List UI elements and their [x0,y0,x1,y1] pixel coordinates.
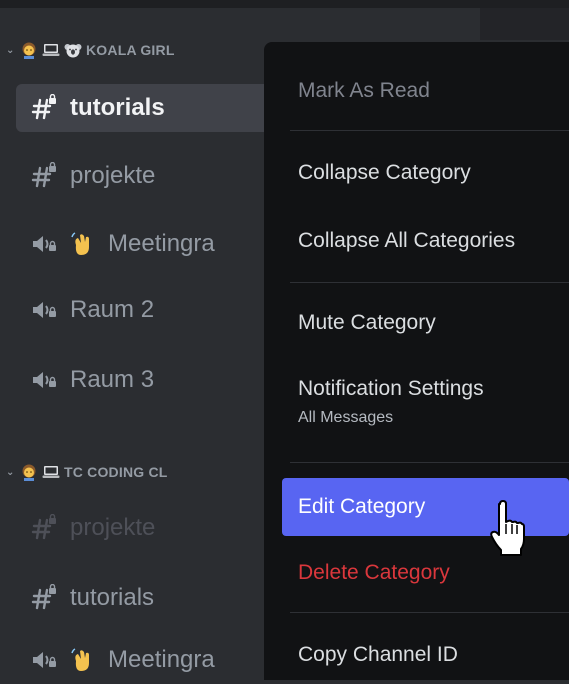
person-emoji [22,464,36,481]
channel-item-tutorials[interactable]: tutorials [16,84,274,132]
category-header-koala-girl[interactable]: ⌄ KOALA GIRL [6,38,175,62]
channel-label: Meetingra [108,646,215,673]
laptop-emoji [42,466,60,478]
laptop-emoji [42,44,60,56]
text-channel-locked-icon [31,94,56,120]
waving-hand-emoji [71,648,89,671]
channel-label: tutorials [70,584,155,611]
channel-item-projekte[interactable]: projekte [16,152,274,200]
menu-item-label: Collapse All Categories [298,229,516,252]
menu-divider [290,282,569,283]
person-emoji [22,42,36,59]
voice-channel-locked-icon [33,372,56,388]
text-channel-locked-icon [31,514,56,540]
menu-item-notification-settings[interactable]: Notification Settings All Messages [282,364,569,440]
chevron-down-icon: ⌄ [6,44,15,56]
header-area [480,8,569,40]
menu-item-label: Notification Settings [298,377,484,400]
menu-divider [290,130,569,131]
category-title: KOALA GIRL [86,42,175,58]
menu-divider [290,612,569,613]
channel-label: projekte [70,514,156,541]
voice-channel-locked-icon [33,236,56,252]
menu-item-copy-channel-id[interactable]: Copy Channel ID [282,630,569,680]
voice-channel-raum-2[interactable]: Raum 2 [16,286,274,334]
channel-label: projekte [70,162,156,189]
hand-pointer-cursor-icon [490,500,525,556]
category-title: TC CODING CL [64,464,168,480]
channel-label: Raum 2 [70,296,155,323]
waving-hand-emoji [71,232,89,255]
voice-channel-meetingraum-2[interactable]: Meetingra [16,636,274,684]
channel-item-tutorials-2[interactable]: tutorials [16,574,274,622]
menu-item-label: Collapse Category [298,161,471,184]
menu-item-label: Mark As Read [298,79,430,102]
text-channel-locked-icon [31,162,56,188]
menu-divider [290,462,569,463]
chevron-down-icon: ⌄ [6,466,15,478]
menu-item-mark-as-read[interactable]: Mark As Read [282,66,569,116]
menu-item-collapse-category[interactable]: Collapse Category [282,148,569,198]
voice-channel-locked-icon [33,652,56,668]
menu-item-collapse-all-categories[interactable]: Collapse All Categories [282,216,569,266]
channel-label: Raum 3 [70,366,155,393]
text-channel-locked-icon [31,584,56,610]
category-header-tc-coding[interactable]: ⌄ TC CODING CL [6,460,168,484]
voice-channel-meetingraum[interactable]: Meetingra [16,220,274,268]
channel-label: tutorials [70,94,165,121]
menu-item-label: Mute Category [298,311,436,334]
notification-settings-value: All Messages [298,409,394,426]
menu-item-label: Delete Category [298,561,450,584]
menu-item-mute-category[interactable]: Mute Category [282,298,569,348]
voice-channel-raum-3[interactable]: Raum 3 [16,356,274,404]
channel-label: Meetingra [108,230,215,257]
menu-item-label: Copy Channel ID [298,643,458,666]
koala-emoji [64,44,82,58]
voice-channel-locked-icon [33,302,56,318]
top-border [0,0,569,8]
channel-item-projekte-muted[interactable]: projekte [16,504,274,552]
